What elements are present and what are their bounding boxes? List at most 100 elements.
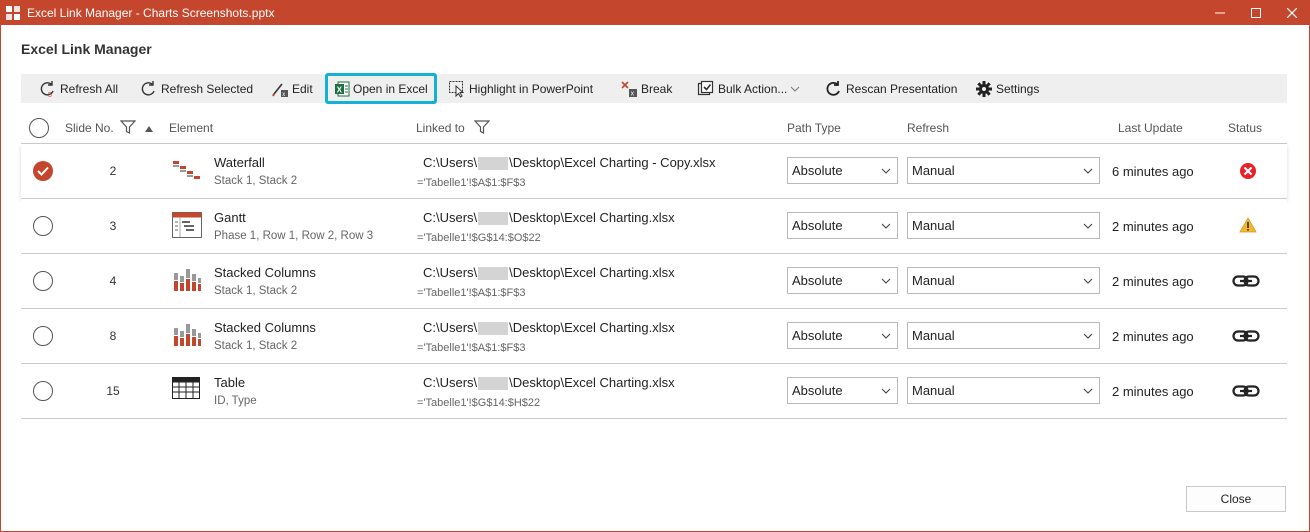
refresh-mode-select[interactable]: Manual	[907, 267, 1100, 294]
refresh-mode-value: Manual	[912, 383, 955, 398]
path-suffix: \Desktop\Excel Charting - Copy.xlsx	[509, 155, 716, 170]
element-series: ID, Type	[214, 395, 257, 407]
gear-icon	[976, 80, 992, 97]
table-row[interactable]: 8 Stacked Columns Stack 1, Stack 2 C:\Users…	[21, 309, 1287, 364]
slide-number: 2	[109, 164, 117, 178]
chevron-down-icon	[1083, 388, 1093, 394]
path-prefix: C:\Users\	[423, 210, 478, 225]
last-update-text: 2 minutes ago	[1112, 274, 1194, 289]
refresh-mode-select[interactable]: Manual	[907, 377, 1100, 404]
column-path-type[interactable]: Path Type	[787, 121, 841, 135]
bulk-action-label: Bulk Action...	[718, 81, 788, 96]
warning-icon[interactable]	[1239, 217, 1257, 236]
slide-number: 3	[109, 219, 117, 233]
bulk-checklist-icon	[697, 80, 714, 95]
table-row[interactable]: 4 Stacked Columns Stack 1, Stack 2 C:\Users…	[21, 254, 1287, 309]
refresh-mode-select[interactable]: Manual	[907, 157, 1100, 184]
refresh-selected-button[interactable]: Refresh Selected	[134, 75, 259, 102]
chevron-down-icon	[881, 278, 891, 284]
open-in-excel-button[interactable]: X Open in Excel	[325, 73, 437, 104]
linked-file-path: C:\Users\ \Desktop\Excel Charting.xlsx	[423, 320, 675, 336]
rescan-presentation-button[interactable]: Rescan Presentation	[819, 75, 963, 102]
path-type-select[interactable]: Absolute	[787, 212, 898, 239]
settings-button[interactable]: Settings	[969, 75, 1045, 102]
row-select-radio[interactable]	[33, 326, 53, 346]
edit-button[interactable]: x Edit	[265, 75, 319, 102]
chevron-down-icon	[881, 333, 891, 339]
table-row[interactable]: 2 Waterfall Stack 1, Stack 2 C:\Users\ \Desk…	[21, 144, 1287, 199]
break-link-icon: x	[621, 80, 637, 97]
table-row[interactable]: 3 Gantt Phase 1, Row 1, Row 2, Row 3 C:\Use…	[21, 199, 1287, 254]
refresh-selected-label: Refresh Selected	[161, 81, 254, 96]
chevron-down-icon	[881, 223, 891, 229]
path-prefix: C:\Users\	[423, 155, 478, 170]
redacted-username	[478, 322, 509, 336]
close-window-button[interactable]	[1274, 0, 1310, 25]
edit-label: Edit	[292, 81, 313, 96]
column-status[interactable]: Status	[1228, 121, 1262, 135]
table-row[interactable]: 15 Table ID, Type C:\Users\ \Desktop\Excel C…	[21, 364, 1287, 419]
refresh-all-label: Refresh All	[60, 81, 119, 96]
element-name: Stacked Columns	[214, 265, 316, 280]
refresh-mode-select[interactable]: Manual	[907, 212, 1100, 239]
refresh-icon	[141, 80, 155, 96]
refresh-mode-value: Manual	[912, 328, 955, 343]
link-icon	[1232, 329, 1260, 346]
row-select-radio[interactable]	[33, 161, 53, 181]
element-name: Gantt	[214, 210, 246, 225]
path-type-select[interactable]: Absolute	[787, 157, 898, 184]
svg-text:X: X	[337, 85, 343, 94]
path-suffix: \Desktop\Excel Charting.xlsx	[509, 320, 675, 335]
path-type-select[interactable]: Absolute	[787, 377, 898, 404]
error-icon[interactable]	[1239, 162, 1257, 183]
maximize-icon	[1251, 7, 1261, 18]
redacted-username	[478, 212, 509, 226]
open-in-excel-label: Open in Excel	[353, 81, 428, 96]
column-refresh[interactable]: Refresh	[907, 121, 949, 135]
path-prefix: C:\Users\	[423, 320, 478, 335]
linked-range: ='Tabelle1'!$A$1:$F$3	[417, 177, 526, 189]
path-type-select[interactable]: Absolute	[787, 322, 898, 349]
path-type-value: Absolute	[792, 163, 843, 178]
edit-pencil-icon: x	[272, 83, 288, 98]
table-icon	[172, 377, 200, 402]
sort-ascending-icon[interactable]	[144, 122, 154, 136]
bulk-action-button[interactable]: Bulk Action...	[691, 75, 809, 102]
element-name: Stacked Columns	[214, 320, 316, 335]
minimize-button[interactable]	[1202, 0, 1238, 25]
last-update-text: 2 minutes ago	[1112, 384, 1194, 399]
row-select-radio[interactable]	[33, 271, 53, 291]
column-element[interactable]: Element	[169, 121, 213, 135]
highlight-label: Highlight in PowerPoint	[469, 81, 594, 96]
chevron-down-icon	[881, 388, 891, 394]
path-type-value: Absolute	[792, 273, 843, 288]
linked-range: ='Tabelle1'!$G$14:$O$22	[417, 232, 541, 244]
highlight-in-powerpoint-button[interactable]: Highlight in PowerPoint	[442, 75, 599, 102]
column-slide-no[interactable]: Slide No.	[65, 121, 114, 135]
break-button[interactable]: x Break	[614, 75, 678, 102]
row-select-radio[interactable]	[33, 216, 53, 236]
path-suffix: \Desktop\Excel Charting.xlsx	[509, 265, 675, 280]
refresh-mode-select[interactable]: Manual	[907, 322, 1100, 349]
linked-range: ='Tabelle1'!$A$1:$F$3	[417, 342, 526, 354]
column-last-update[interactable]: Last Update	[1118, 121, 1183, 135]
refresh-all-button[interactable]: 5 Refresh All	[33, 75, 124, 102]
slide-filter-icon[interactable]	[119, 119, 137, 138]
element-series: Stack 1, Stack 2	[214, 340, 298, 352]
svg-text:x: x	[282, 92, 285, 98]
element-series: Phase 1, Row 1, Row 2, Row 3	[214, 230, 374, 242]
close-button[interactable]: Close	[1186, 486, 1286, 512]
app-icon	[5, 5, 21, 21]
linked-filter-icon[interactable]	[473, 119, 491, 138]
row-select-radio[interactable]	[33, 381, 53, 401]
gantt-chart-icon	[172, 212, 202, 241]
select-all-checkbox[interactable]	[29, 118, 49, 138]
column-linked-to[interactable]: Linked to	[416, 121, 465, 135]
path-type-select[interactable]: Absolute	[787, 267, 898, 294]
path-type-value: Absolute	[792, 383, 843, 398]
chevron-down-icon	[791, 86, 800, 92]
excel-icon: X	[335, 81, 350, 96]
maximize-button[interactable]	[1238, 0, 1274, 25]
redacted-username	[478, 377, 509, 391]
title-bar: Excel Link Manager - Charts Screenshots.…	[0, 0, 1310, 25]
